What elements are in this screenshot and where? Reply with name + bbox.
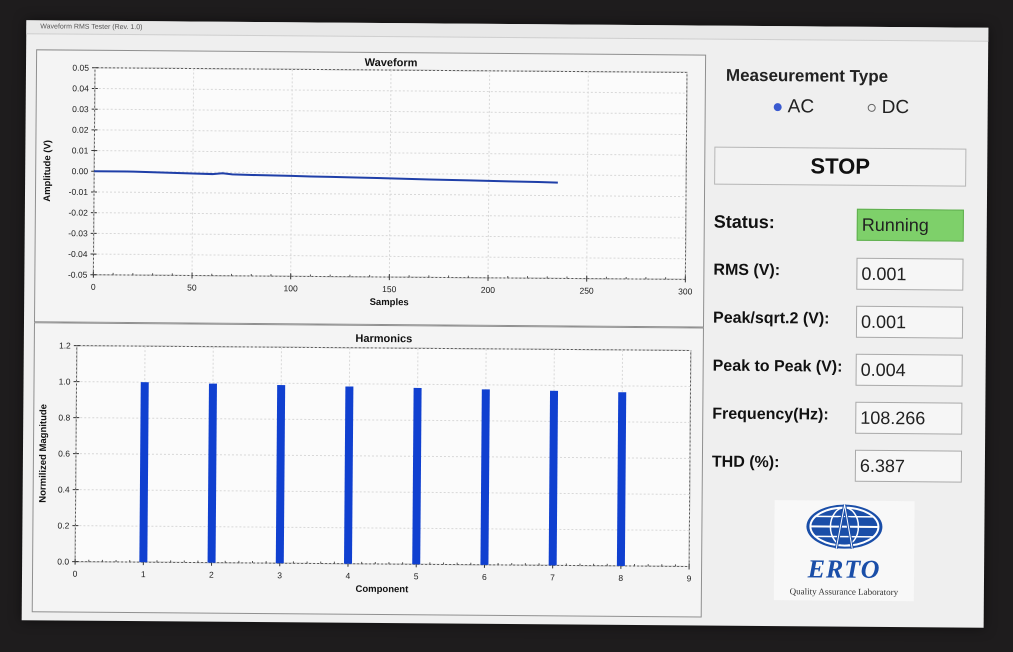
rms-label: RMS (V): (713, 261, 781, 280)
y-tick-label: 0.4 (58, 484, 70, 494)
y-tick-label: -0.05 (68, 270, 88, 280)
y-tick-label: 0.8 (58, 412, 70, 422)
control-panel: Measeurement Type AC DC STOP Status: Run… (710, 52, 984, 624)
thd-value: 6.387 (854, 449, 963, 483)
radio-ac[interactable]: AC (773, 96, 815, 118)
frequency-label: Frequency(Hz): (712, 405, 829, 424)
harmonics-chart-panel: Harmonics 1.2 1.0 0.8 0.6 0.4 0.2 0.0 0 1 2 3 4 5 6 7 8 9… (31, 322, 704, 618)
peak-to-peak-value: 0.004 (855, 353, 963, 387)
x-axis-label: Samples (370, 297, 409, 308)
globe-tower-icon (806, 504, 883, 549)
y-tick-label: 0.00 (72, 166, 89, 176)
window-title-bar: Waveform RMS Tester (Rev. 1.0) (26, 20, 989, 42)
radio-selected-icon (773, 103, 782, 112)
y-tick-label: 0.03 (72, 104, 89, 114)
peak-to-peak-label: Peak to Peak (V): (712, 357, 843, 376)
peak-sqrt2-value: 0.001 (855, 305, 964, 339)
harmonic-bar (275, 385, 286, 564)
harmonic-bar (344, 386, 354, 564)
radio-unselected-icon (867, 103, 876, 112)
plot-area (74, 345, 692, 567)
x-tick-label: 7 (550, 572, 555, 582)
chart-title: Waveform (365, 57, 418, 69)
harmonic-bar (548, 390, 559, 566)
x-tick-label: 250 (579, 286, 594, 296)
y-tick-label: 1.2 (59, 340, 71, 350)
status-indicator: Running (856, 208, 964, 242)
x-tick-label: 4 (346, 571, 351, 581)
logo-subtitle: Quality Assurance Laboratory (789, 586, 899, 598)
harmonic-bar (207, 383, 217, 563)
radio-dc-label: DC (881, 96, 910, 119)
y-tick-label: 0.02 (72, 125, 89, 135)
harmonic-bar (480, 389, 490, 565)
x-tick-label: 150 (382, 284, 397, 294)
x-tick-label: 300 (678, 286, 693, 296)
y-tick-label: 0.01 (72, 145, 89, 155)
chart-title: Harmonics (355, 333, 412, 345)
harmonic-bar (139, 382, 149, 563)
x-tick-label: 100 (283, 283, 298, 293)
x-tick-label: 0 (91, 282, 96, 292)
y-tick-label: 0.2 (58, 520, 70, 530)
y-tick-label: -0.01 (69, 187, 89, 197)
y-tick-label: -0.02 (68, 207, 88, 217)
stop-button[interactable]: STOP (714, 146, 967, 187)
x-tick-label: 200 (481, 285, 496, 295)
x-tick-label: 1 (141, 569, 146, 579)
x-tick-label: 8 (618, 573, 623, 583)
peak-sqrt2-label: Peak/sqrt.2 (V): (712, 309, 830, 328)
y-tick-label: 0.04 (72, 83, 89, 93)
y-tick-label: 1.0 (59, 376, 71, 386)
frequency-value: 108.266 (855, 401, 963, 435)
harmonic-bar (412, 387, 422, 565)
x-tick-label: 2 (209, 570, 214, 580)
harmonic-bar (616, 392, 627, 566)
radio-dc[interactable]: DC (867, 96, 910, 119)
waveform-chart: Waveform 0.05 0.04 0.03 0.02 0.01 0.00 -0.01 -0.… (42, 57, 693, 308)
erto-logo: ERTO Quality Assurance Laboratory (773, 500, 915, 602)
status-label: Status: (713, 211, 775, 233)
y-tick-label: 0.05 (72, 63, 89, 73)
y-axis-label: Normilized Magnitude (38, 404, 50, 503)
radio-ac-label: AC (787, 96, 815, 118)
logo-name: ERTO (807, 554, 881, 584)
waveform-chart-panel: Waveform 0.05 0.04 0.03 0.02 0.01 0.00 -0.01 -0.… (33, 49, 707, 328)
y-tick-label: 0.0 (57, 556, 69, 566)
x-tick-label: 50 (187, 283, 197, 293)
x-tick-label: 5 (414, 571, 419, 581)
x-axis-label: Component (355, 584, 409, 595)
x-tick-label: 3 (277, 570, 282, 580)
app-window: Waveform RMS Tester (Rev. 1.0) Waveform 0… (21, 20, 989, 628)
rms-value: 0.001 (856, 257, 964, 291)
y-tick-label: 0.6 (58, 448, 70, 458)
x-tick-label: 0 (73, 569, 78, 579)
harmonics-chart: Harmonics 1.2 1.0 0.8 0.6 0.4 0.2 0.0 0 1 2 3 4 5 6 7 8 9… (38, 333, 692, 595)
thd-label: THD (%): (711, 453, 780, 472)
measurement-type-title: Measeurement Type (725, 65, 889, 87)
y-tick-label: -0.04 (68, 249, 88, 259)
x-tick-label: 6 (482, 572, 487, 582)
x-tick-label: 9 (687, 573, 692, 583)
y-tick-label: -0.03 (68, 228, 88, 238)
y-axis-label: Amplitude (V) (42, 140, 53, 202)
